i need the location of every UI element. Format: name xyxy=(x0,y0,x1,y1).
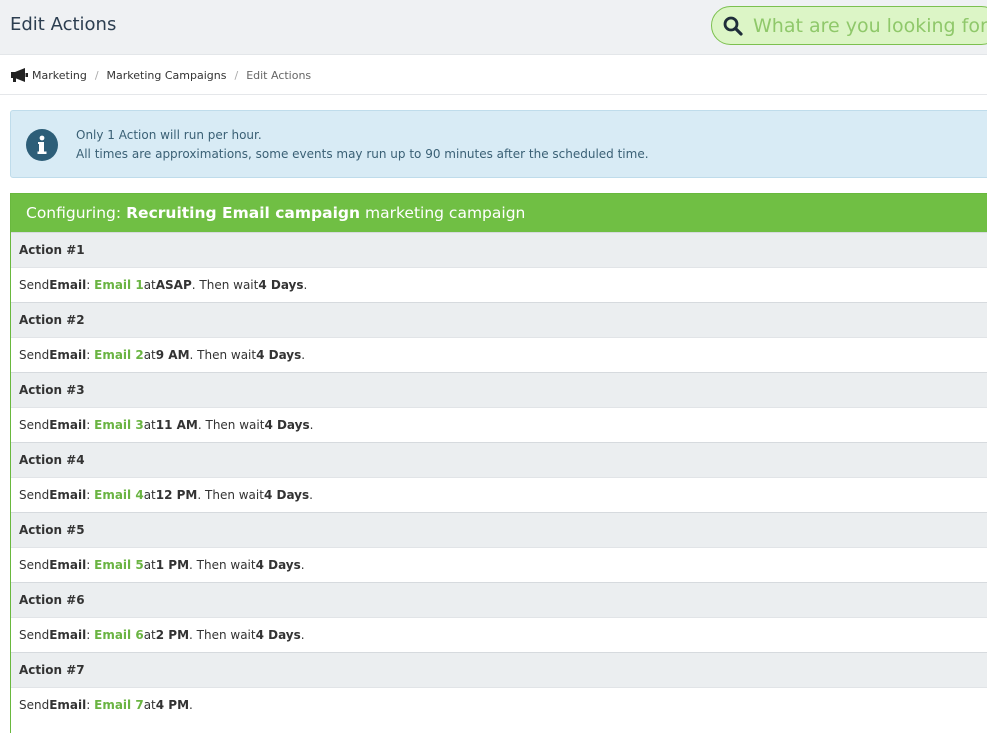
breadcrumb-link-marketing-campaigns[interactable]: Marketing Campaigns xyxy=(107,69,227,82)
action-at-label: at xyxy=(143,558,156,572)
action-wait-duration: 4 Days xyxy=(256,348,302,362)
action-type: Email xyxy=(49,488,87,502)
action-wait-duration: 4 Days xyxy=(264,418,310,432)
action-wait-duration: 4 Days xyxy=(255,558,301,572)
email-link[interactable]: Email 3 xyxy=(94,418,144,432)
panel-header-prefix: Configuring: xyxy=(26,204,122,222)
action-at-label: at xyxy=(143,628,156,642)
action-time: 11 AM xyxy=(155,418,198,432)
search-icon[interactable] xyxy=(723,16,743,36)
top-bar: Edit Actions xyxy=(0,0,987,55)
action-end: . xyxy=(301,348,306,362)
action-end: . xyxy=(189,698,193,712)
action-type: Email xyxy=(49,348,87,362)
campaign-name: Recruiting Email campaign xyxy=(126,204,361,222)
info-alert: Only 1 Action will run per hour. All tim… xyxy=(10,110,987,178)
action-header: Action #2 xyxy=(11,302,987,337)
search-input[interactable] xyxy=(753,10,987,41)
actions-list: Action #1 Send Email: Email 1 at ASAP. Th… xyxy=(11,232,987,722)
action-row: Send Email: Email 5 at 1 PM. Then wait 4… xyxy=(11,547,987,582)
action-time: 2 PM xyxy=(155,628,190,642)
action-send-label: Send xyxy=(19,348,50,362)
action-header: Action #5 xyxy=(11,512,987,547)
email-link[interactable]: Email 5 xyxy=(94,558,144,572)
action-at-label: at xyxy=(143,698,156,712)
action-header: Action #6 xyxy=(11,582,987,617)
action-header: Action #7 xyxy=(11,652,987,687)
action-at-label: at xyxy=(143,278,156,292)
action-row: Send Email: Email 3 at 11 AM. Then wait … xyxy=(11,407,987,442)
divider xyxy=(0,94,987,95)
action-row: Send Email: Email 6 at 2 PM. Then wait 4… xyxy=(11,617,987,652)
action-time: 1 PM xyxy=(155,558,190,572)
action-send-label: Send xyxy=(19,698,50,712)
breadcrumb-link-marketing[interactable]: Marketing xyxy=(32,69,87,82)
email-link[interactable]: Email 1 xyxy=(94,278,144,292)
action-at-label: at xyxy=(143,348,156,362)
breadcrumb-separator: / xyxy=(94,68,99,82)
action-type: Email xyxy=(49,628,87,642)
action-header: Action #4 xyxy=(11,442,987,477)
email-link[interactable]: Email 4 xyxy=(94,488,144,502)
action-at-label: at xyxy=(143,418,156,432)
action-send-label: Send xyxy=(19,628,50,642)
page-title: Edit Actions xyxy=(10,14,117,35)
action-wait-label: . Then wait xyxy=(191,278,259,292)
action-wait-label: . Then wait xyxy=(189,628,256,642)
action-send-label: Send xyxy=(19,278,50,292)
action-time: 12 PM xyxy=(155,488,198,502)
action-end: . xyxy=(300,628,305,642)
email-link[interactable]: Email 2 xyxy=(94,348,144,362)
breadcrumb-current: Edit Actions xyxy=(246,68,312,82)
action-time: ASAP xyxy=(155,278,192,292)
panel-header: Configuring: Recruiting Email campaign m… xyxy=(11,194,987,232)
megaphone-icon xyxy=(11,68,28,82)
info-icon xyxy=(26,129,58,161)
action-send-label: Send xyxy=(19,418,50,432)
action-row: Send Email: Email 2 at 9 AM. Then wait 4… xyxy=(11,337,987,372)
action-header: Action #1 xyxy=(11,232,987,267)
action-wait-duration: 4 Days xyxy=(258,278,304,292)
breadcrumb: Marketing / Marketing Campaigns / Edit A… xyxy=(10,64,311,86)
action-wait-label: . Then wait xyxy=(189,348,257,362)
action-header: Action #3 xyxy=(11,372,987,407)
action-end: . xyxy=(300,558,305,572)
action-wait-duration: 4 Days xyxy=(255,628,301,642)
action-row: Send Email: Email 4 at 12 PM. Then wait … xyxy=(11,477,987,512)
action-wait-label: . Then wait xyxy=(197,418,265,432)
action-send-label: Send xyxy=(19,488,50,502)
info-text-line2: All times are approximations, some event… xyxy=(76,147,649,161)
action-at-label: at xyxy=(143,488,156,502)
action-type: Email xyxy=(49,278,87,292)
action-wait-label: . Then wait xyxy=(189,558,256,572)
action-type: Email xyxy=(49,558,87,572)
action-wait-duration: 4 Days xyxy=(263,488,310,502)
action-type: Email xyxy=(49,418,87,432)
action-send-label: Send xyxy=(19,558,50,572)
action-row: Send Email: Email 1 at ASAP. Then wait 4… xyxy=(11,267,987,302)
info-text-line1: Only 1 Action will run per hour. xyxy=(76,128,262,142)
action-row: Send Email: Email 7 at 4 PM. xyxy=(11,687,987,722)
actions-panel: Configuring: Recruiting Email campaign m… xyxy=(10,193,987,733)
search-box[interactable] xyxy=(711,6,987,45)
breadcrumb-separator: / xyxy=(234,68,239,82)
action-end: . xyxy=(303,278,308,292)
email-link[interactable]: Email 6 xyxy=(94,628,144,642)
action-time: 9 AM xyxy=(155,348,190,362)
action-end: . xyxy=(309,488,313,502)
action-type: Email xyxy=(49,698,87,712)
action-wait-label: . Then wait xyxy=(197,488,264,502)
action-time: 4 PM xyxy=(155,698,190,712)
action-end: . xyxy=(309,418,314,432)
email-link[interactable]: Email 7 xyxy=(94,698,144,712)
panel-header-suffix: marketing campaign xyxy=(365,204,526,222)
